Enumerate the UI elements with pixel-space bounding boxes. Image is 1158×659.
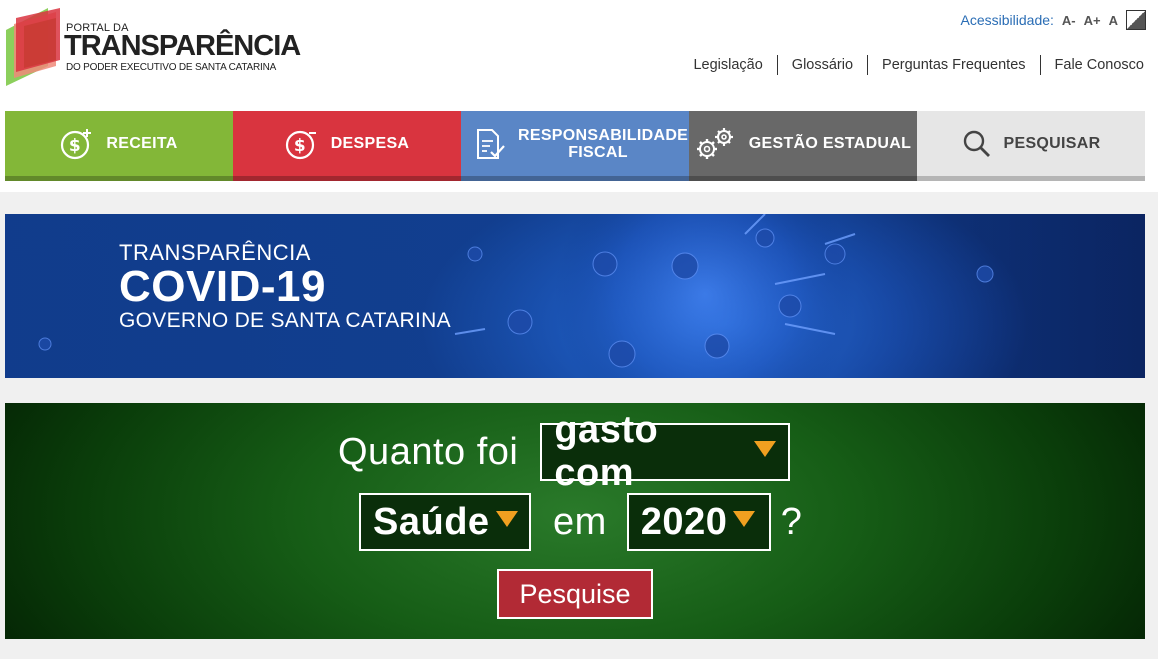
nav-despesa-label: DESPESA — [330, 135, 410, 152]
area-select-value: Saúde — [373, 500, 490, 543]
year-select-value: 2020 — [640, 500, 728, 543]
document-check-icon — [477, 128, 505, 159]
portal-logo[interactable]: PORTAL DA TRANSPARÊNCIA DO PODER EXECUTI… — [4, 8, 304, 88]
query-prefix: Quanto foi — [338, 430, 519, 473]
top-links: Legislação Glossário Perguntas Frequente… — [679, 55, 1144, 75]
type-select[interactable]: gasto com — [540, 409, 791, 494]
search-icon — [963, 130, 990, 157]
font-decrease-button[interactable]: A- — [1062, 13, 1076, 28]
pesquise-button[interactable]: Pesquise — [497, 569, 653, 619]
dollar-minus-icon: $ — [285, 130, 316, 159]
logo-line3: DO PODER EXECUTIVO DE SANTA CATARINA — [66, 62, 277, 73]
nav-receita[interactable]: $ RECEITA — [5, 111, 233, 181]
nav-fiscal-label: RESPONSABILIDADE FISCAL — [518, 126, 689, 161]
accessibility-label: Acessibilidade: — [960, 12, 1054, 28]
banner-title: COVID-19 — [119, 262, 326, 311]
nav-gestao-label: GESTÃO ESTADUAL — [748, 135, 912, 152]
query-connector: em — [553, 500, 607, 543]
query-row-1: Quanto foi gasto com — [338, 409, 791, 494]
year-select[interactable]: 2020 — [626, 493, 771, 551]
nav-pesquisar-label: PESQUISAR — [1003, 135, 1101, 152]
accessibility-bar: Acessibilidade: A- A+ A — [961, 10, 1146, 30]
main-nav: $ RECEITA $ DESPESA RESPONSABILIDADE FIS… — [5, 111, 1145, 181]
svg-text:$: $ — [69, 136, 81, 156]
type-select-value: gasto com — [554, 409, 659, 494]
header: PORTAL DA TRANSPARÊNCIA DO PODER EXECUTI… — [0, 0, 1158, 192]
gears-icon — [696, 127, 733, 159]
nav-pesquisar[interactable]: PESQUISAR — [917, 111, 1145, 181]
contrast-icon[interactable] — [1126, 10, 1146, 30]
dropdown-arrow-icon — [754, 441, 777, 457]
banner-line3: GOVERNO DE SANTA CATARINA — [119, 309, 451, 332]
query-row-2: Saúde em 2020 ? — [359, 493, 802, 551]
nav-gestao-estadual[interactable]: GESTÃO ESTADUAL — [689, 111, 917, 181]
svg-text:$: $ — [294, 136, 306, 156]
query-suffix: ? — [780, 500, 803, 543]
link-legislacao[interactable]: Legislação — [679, 55, 776, 75]
nav-responsabilidade-fiscal[interactable]: RESPONSABILIDADE FISCAL — [461, 111, 689, 181]
link-fale-conosco[interactable]: Fale Conosco — [1039, 55, 1144, 75]
spending-query-panel: Quanto foi gasto com Saúde em 2020 ? Pes… — [5, 403, 1145, 639]
link-perguntas-frequentes[interactable]: Perguntas Frequentes — [867, 55, 1039, 75]
covid-banner[interactable]: TRANSPARÊNCIA COVID-19 GOVERNO DE SANTA … — [5, 214, 1145, 378]
logo-line2: TRANSPARÊNCIA — [64, 30, 301, 62]
dollar-plus-icon: $ — [61, 128, 92, 159]
logo-mark-icon — [6, 8, 60, 86]
dropdown-arrow-icon — [733, 511, 756, 527]
nav-receita-label: RECEITA — [106, 135, 178, 152]
font-increase-button[interactable]: A+ — [1084, 13, 1101, 28]
nav-despesa[interactable]: $ DESPESA — [233, 111, 461, 181]
area-select[interactable]: Saúde — [359, 493, 531, 551]
font-reset-button[interactable]: A — [1109, 13, 1118, 28]
dropdown-arrow-icon — [495, 511, 518, 527]
link-glossario[interactable]: Glossário — [776, 55, 867, 75]
